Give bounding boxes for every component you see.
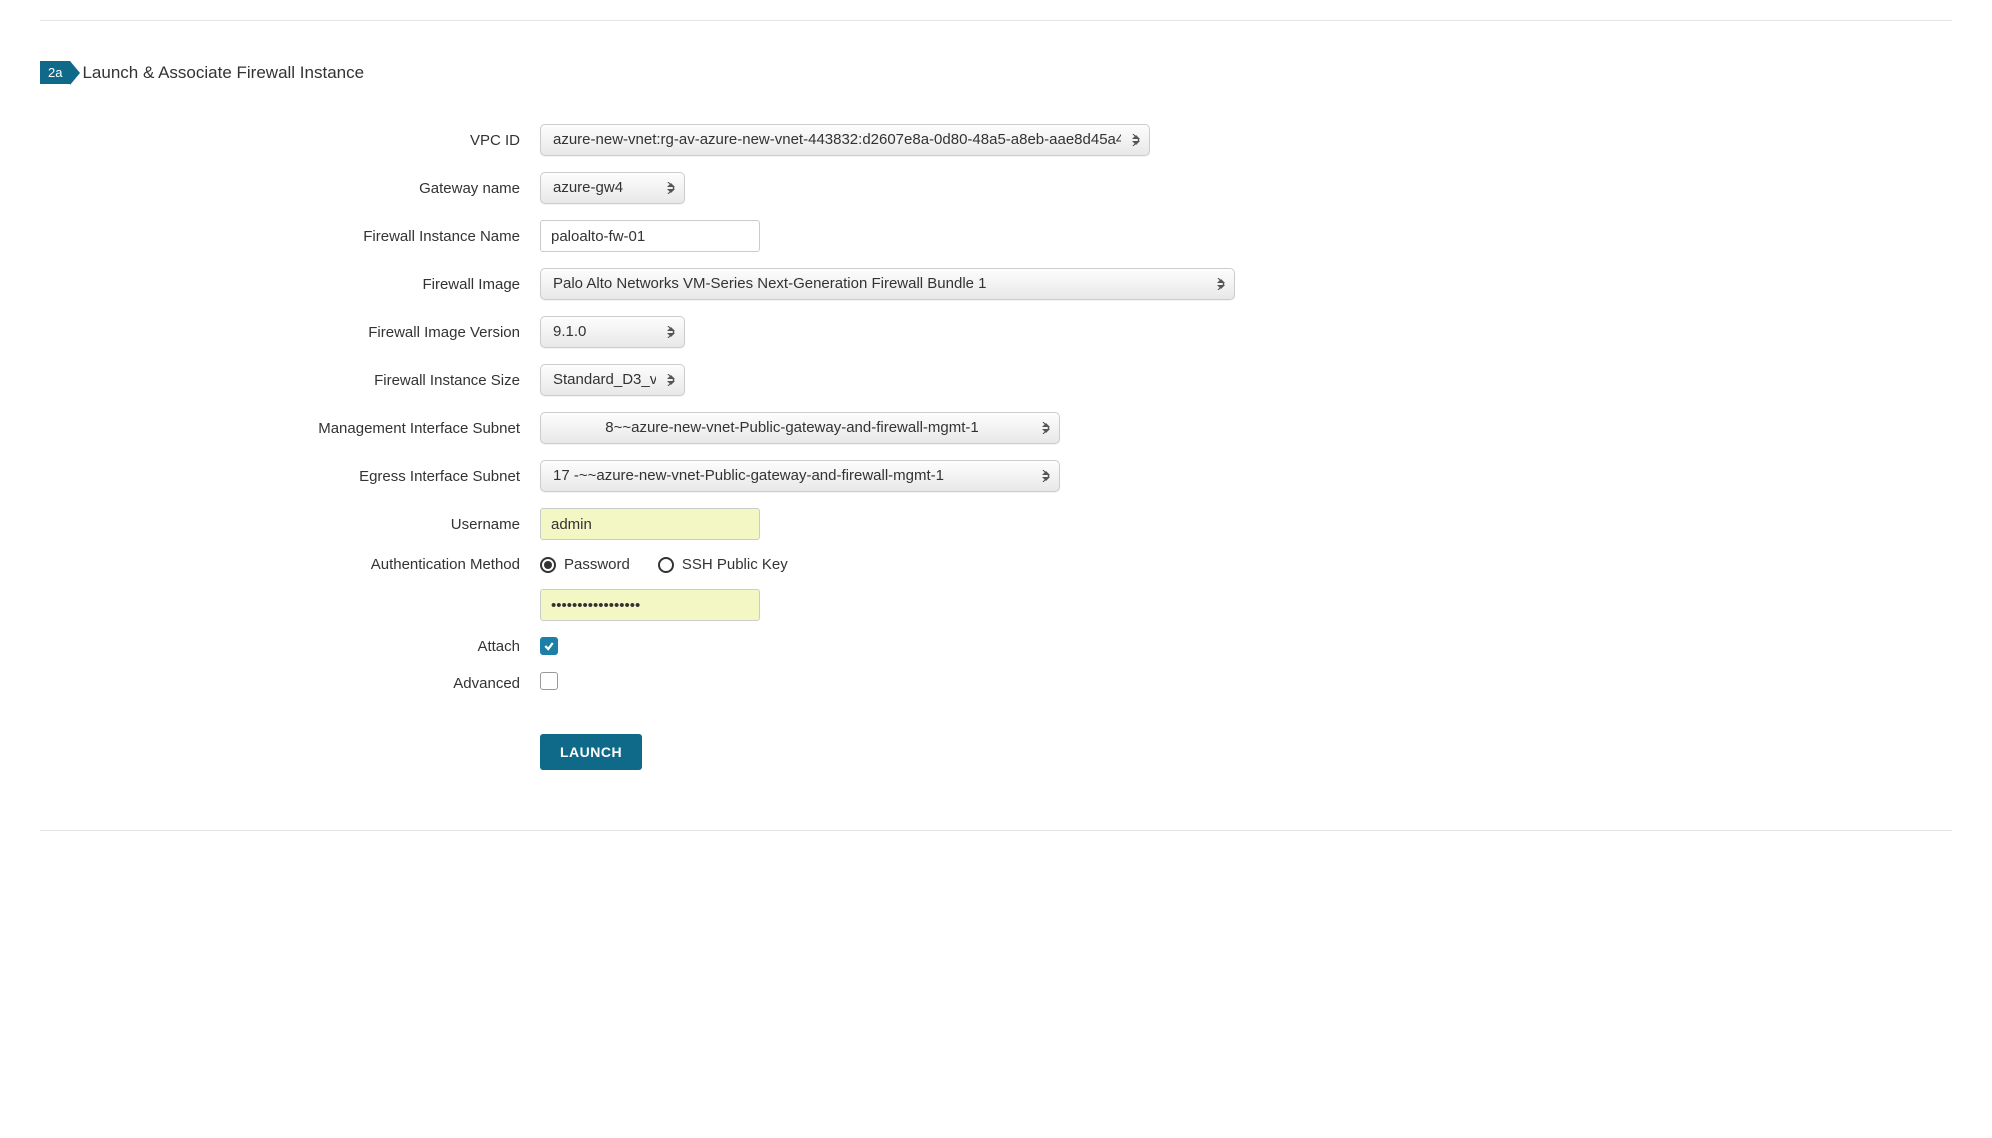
password-input[interactable] bbox=[540, 589, 760, 621]
attach-checkbox[interactable] bbox=[540, 637, 558, 655]
gateway-name-select[interactable]: azure-gw4 bbox=[540, 172, 685, 204]
label-auth-method: Authentication Method bbox=[40, 556, 540, 573]
auth-ssh-radio[interactable]: SSH Public Key bbox=[658, 556, 788, 573]
label-gateway-name: Gateway name bbox=[40, 180, 540, 197]
label-mgmt-subnet: Management Interface Subnet bbox=[40, 420, 540, 437]
form: VPC ID azure-new-vnet:rg-av-azure-new-vn… bbox=[40, 124, 1952, 770]
radio-icon bbox=[540, 557, 556, 573]
auth-ssh-label: SSH Public Key bbox=[682, 556, 788, 573]
egress-interface-subnet-select[interactable]: 17 -~~azure-new-vnet-Public-gateway-and-… bbox=[540, 460, 1060, 492]
radio-icon bbox=[658, 557, 674, 573]
label-fw-image-version: Firewall Image Version bbox=[40, 324, 540, 341]
firewall-instance-size-select[interactable]: Standard_D3_v2 bbox=[540, 364, 685, 396]
advanced-checkbox[interactable] bbox=[540, 672, 558, 690]
step-badge: 2a bbox=[40, 61, 70, 84]
divider-bottom bbox=[40, 830, 1952, 831]
auth-password-label: Password bbox=[564, 556, 630, 573]
label-username: Username bbox=[40, 516, 540, 533]
section-header: 2a Launch & Associate Firewall Instance bbox=[40, 61, 1952, 84]
label-attach: Attach bbox=[40, 638, 540, 655]
mgmt-interface-subnet-select[interactable]: 8~~azure-new-vnet-Public-gateway-and-fir… bbox=[540, 412, 1060, 444]
launch-button[interactable]: LAUNCH bbox=[540, 734, 642, 770]
label-fw-instance-name: Firewall Instance Name bbox=[40, 228, 540, 245]
divider-top bbox=[40, 20, 1952, 21]
firewall-image-select[interactable]: Palo Alto Networks VM-Series Next-Genera… bbox=[540, 268, 1235, 300]
firewall-image-version-select[interactable]: 9.1.0 bbox=[540, 316, 685, 348]
label-vpc-id: VPC ID bbox=[40, 132, 540, 149]
section-title: Launch & Associate Firewall Instance bbox=[82, 63, 364, 83]
label-fw-instance-size: Firewall Instance Size bbox=[40, 372, 540, 389]
check-icon bbox=[543, 640, 555, 652]
label-fw-image: Firewall Image bbox=[40, 276, 540, 293]
label-advanced: Advanced bbox=[40, 675, 540, 692]
vpc-id-select[interactable]: azure-new-vnet:rg-av-azure-new-vnet-4438… bbox=[540, 124, 1150, 156]
auth-password-radio[interactable]: Password bbox=[540, 556, 630, 573]
auth-method-radio-group: Password SSH Public Key bbox=[540, 556, 788, 573]
username-input[interactable] bbox=[540, 508, 760, 540]
label-egress-subnet: Egress Interface Subnet bbox=[40, 468, 540, 485]
firewall-instance-name-input[interactable] bbox=[540, 220, 760, 252]
